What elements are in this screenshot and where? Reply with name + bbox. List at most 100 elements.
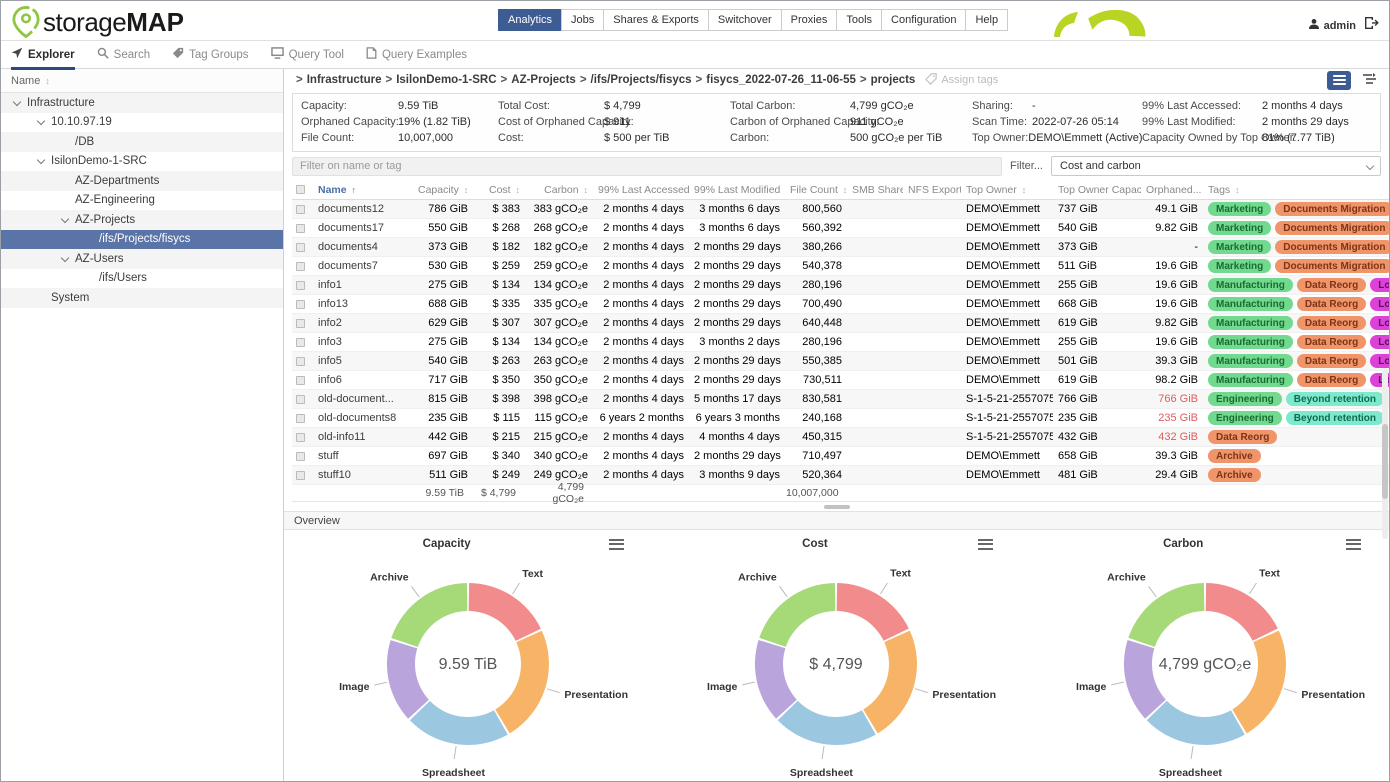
- column-header-orphaned[interactable]: Orphaned... ↕: [1141, 184, 1203, 196]
- donut-slice-archive[interactable]: [760, 583, 836, 647]
- table-row[interactable]: info6717 GiB$ 350350 gCO₂e2 months 4 day…: [292, 371, 1389, 390]
- nav-tab-shares-exports[interactable]: Shares & Exports: [603, 9, 708, 31]
- tag-documents-migration[interactable]: Documents Migration: [1275, 221, 1389, 235]
- column-header-nfs[interactable]: NFS Exports ↕: [903, 184, 961, 196]
- column-preset-select[interactable]: Cost and carbon: [1051, 156, 1381, 176]
- row-checkbox[interactable]: [296, 243, 305, 252]
- tag-engineering[interactable]: Engineering: [1208, 411, 1282, 425]
- column-header-name[interactable]: Name ↑: [313, 184, 413, 196]
- tag-los-angeles[interactable]: Los Angeles: [1370, 335, 1389, 349]
- tag-los-angeles[interactable]: Los Angeles: [1370, 354, 1389, 368]
- table-row[interactable]: info13688 GiB$ 335335 gCO₂e2 months 4 da…: [292, 295, 1389, 314]
- assign-tags-button[interactable]: Assign tags: [925, 73, 998, 88]
- column-header-accessed[interactable]: 99% Last Accessed ↕: [593, 184, 689, 196]
- tag-data-reorg[interactable]: Data Reorg: [1297, 297, 1366, 311]
- chart-menu-icon[interactable]: [609, 536, 624, 552]
- column-header-owner_cap[interactable]: Top Owner Capacity ↕: [1053, 184, 1141, 196]
- toolbar-item-query-tool[interactable]: Query Tool: [271, 41, 344, 69]
- tree-header[interactable]: Name ↕: [1, 69, 283, 93]
- tag-archive[interactable]: Archive: [1208, 468, 1261, 482]
- table-row[interactable]: info1275 GiB$ 134134 gCO₂e2 months 4 day…: [292, 276, 1389, 295]
- tag-beyond-retention[interactable]: Beyond retention: [1286, 411, 1384, 425]
- donut-slice-presentation[interactable]: [495, 631, 549, 734]
- chevron-down-icon[interactable]: [61, 255, 69, 263]
- donut-slice-text[interactable]: [1205, 583, 1277, 641]
- donut-slice-spreadsheet[interactable]: [1146, 701, 1244, 745]
- tag-marketing[interactable]: Marketing: [1208, 202, 1271, 216]
- nav-tab-jobs[interactable]: Jobs: [561, 9, 603, 31]
- tag-data-reorg[interactable]: Data Reorg: [1297, 354, 1366, 368]
- tag-los-angeles[interactable]: Los Angeles: [1370, 316, 1389, 330]
- table-row[interactable]: info3275 GiB$ 134134 gCO₂e2 months 4 day…: [292, 333, 1389, 352]
- column-header-modified[interactable]: 99% Last Modified ↕: [689, 184, 785, 196]
- tag-archive[interactable]: Archive: [1208, 449, 1261, 463]
- tag-data-reorg[interactable]: Data Reorg: [1297, 335, 1366, 349]
- breadcrumb-segment[interactable]: /ifs/Projects/fisycs: [591, 74, 692, 86]
- donut-slice-spreadsheet[interactable]: [410, 701, 508, 745]
- nav-tab-help[interactable]: Help: [965, 9, 1008, 31]
- chevron-down-icon[interactable]: [37, 118, 45, 126]
- filter-input[interactable]: [292, 157, 1002, 176]
- vertical-scrollbar[interactable]: [1382, 369, 1388, 539]
- toolbar-item-search[interactable]: Search: [97, 41, 150, 69]
- tag-documents-migration[interactable]: Documents Migration: [1275, 202, 1389, 216]
- tree-view-button[interactable]: [1357, 71, 1381, 90]
- sidebar-item-infrastructure[interactable]: Infrastructure: [1, 93, 283, 113]
- table-row[interactable]: documents17550 GiB$ 268268 gCO₂e2 months…: [292, 219, 1389, 238]
- donut-slice-text[interactable]: [837, 583, 909, 641]
- sidebar-item-az-engineering[interactable]: AZ-Engineering: [1, 191, 283, 211]
- sidebar-item-az-users[interactable]: AZ-Users: [1, 249, 283, 269]
- user-menu[interactable]: admin: [1308, 18, 1356, 33]
- column-header-carbon[interactable]: Carbon ↕: [525, 184, 593, 196]
- brand-logo[interactable]: storageMAP: [11, 5, 184, 39]
- tag-manufacturing[interactable]: Manufacturing: [1208, 278, 1293, 292]
- tag-manufacturing[interactable]: Manufacturing: [1208, 297, 1293, 311]
- tag-data-reorg[interactable]: Data Reorg: [1297, 278, 1366, 292]
- column-header-tags[interactable]: Tags ↕: [1203, 184, 1389, 196]
- row-checkbox[interactable]: [296, 338, 305, 347]
- table-row[interactable]: documents12786 GiB$ 383383 gCO₂e2 months…: [292, 200, 1389, 219]
- table-row[interactable]: documents4373 GiB$ 182182 gCO₂e2 months …: [292, 238, 1389, 257]
- nav-tab-analytics[interactable]: Analytics: [498, 9, 561, 31]
- tag-marketing[interactable]: Marketing: [1208, 259, 1271, 273]
- table-row[interactable]: info2629 GiB$ 307307 gCO₂e2 months 4 day…: [292, 314, 1389, 333]
- column-header-smb[interactable]: SMB Shares ↕: [847, 184, 903, 196]
- toolbar-item-explorer[interactable]: Explorer: [11, 41, 75, 69]
- breadcrumb-segment[interactable]: Infrastructure: [307, 74, 382, 86]
- select-all-checkbox[interactable]: [296, 185, 305, 194]
- donut-slice-archive[interactable]: [1128, 583, 1204, 647]
- nav-tab-configuration[interactable]: Configuration: [881, 9, 965, 31]
- table-row[interactable]: old-documents8235 GiB$ 115115 gCO₂e6 yea…: [292, 409, 1389, 428]
- toolbar-item-query-examples[interactable]: Query Examples: [366, 41, 467, 69]
- sidebar-item-isilondemo-1-src[interactable]: IsilonDemo-1-SRC: [1, 152, 283, 172]
- tag-engineering[interactable]: Engineering: [1208, 392, 1282, 406]
- sidebar-item--ifs-users[interactable]: /ifs/Users: [1, 269, 283, 289]
- table-row[interactable]: stuff697 GiB$ 340340 gCO₂e2 months 4 day…: [292, 447, 1389, 466]
- row-checkbox[interactable]: [296, 433, 305, 442]
- chart-menu-icon[interactable]: [978, 536, 993, 552]
- tag-data-reorg[interactable]: Data Reorg: [1297, 373, 1366, 387]
- row-checkbox[interactable]: [296, 376, 305, 385]
- sidebar-item--db[interactable]: /DB: [1, 132, 283, 152]
- tag-manufacturing[interactable]: Manufacturing: [1208, 316, 1293, 330]
- donut-slice-image[interactable]: [387, 640, 429, 719]
- table-row[interactable]: stuff10511 GiB$ 249249 gCO₂e2 months 4 d…: [292, 466, 1389, 485]
- column-header-owner[interactable]: Top Owner ↕: [961, 184, 1053, 196]
- table-row[interactable]: old-info11442 GiB$ 215215 gCO₂e2 months …: [292, 428, 1389, 447]
- chevron-down-icon[interactable]: [61, 216, 69, 224]
- table-row[interactable]: old-document...815 GiB$ 398398 gCO₂e2 mo…: [292, 390, 1389, 409]
- tag-data-reorg[interactable]: Data Reorg: [1208, 430, 1277, 444]
- tag-documents-migration[interactable]: Documents Migration: [1275, 240, 1389, 254]
- sidebar-item-10-10-97-19[interactable]: 10.10.97.19: [1, 113, 283, 133]
- row-checkbox[interactable]: [296, 395, 305, 404]
- sidebar-item--ifs-projects-fisycs[interactable]: /ifs/Projects/fisycs: [1, 230, 283, 250]
- splitter-grip[interactable]: [824, 505, 850, 509]
- table-row[interactable]: documents7530 GiB$ 259259 gCO₂e2 months …: [292, 257, 1389, 276]
- overview-section-header[interactable]: Overview: [284, 511, 1389, 530]
- breadcrumb-segment[interactable]: IsilonDemo-1-SRC: [396, 74, 496, 86]
- row-checkbox[interactable]: [296, 224, 305, 233]
- row-checkbox[interactable]: [296, 319, 305, 328]
- tag-manufacturing[interactable]: Manufacturing: [1208, 354, 1293, 368]
- breadcrumb-segment[interactable]: fisycs_2022-07-26_11-06-55: [706, 74, 856, 86]
- row-checkbox[interactable]: [296, 262, 305, 271]
